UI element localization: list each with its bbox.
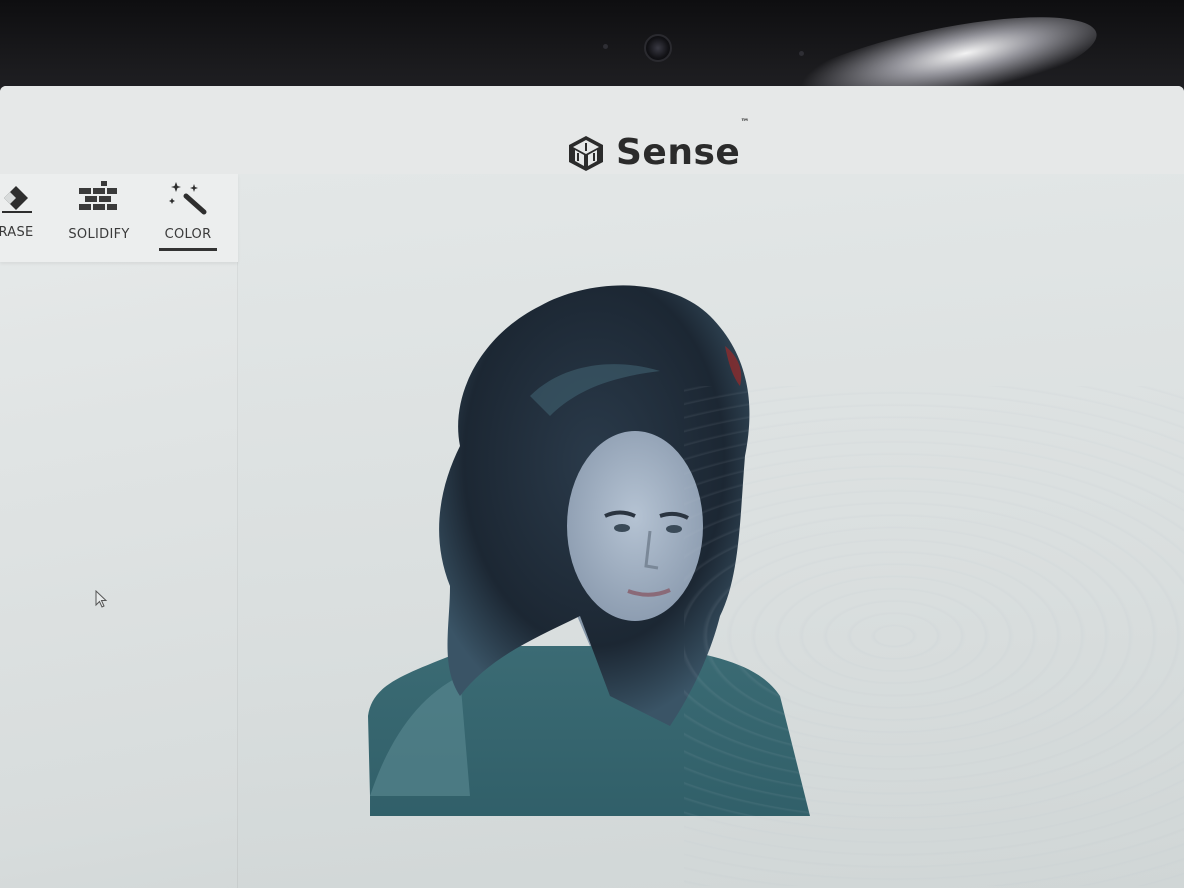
color-tool[interactable]: COLOR <box>156 174 220 262</box>
active-tool-indicator <box>159 248 217 251</box>
erase-tool-label: RASE <box>0 225 34 240</box>
edit-toolbar: RASE SOLIDIFY COLOR <box>0 174 238 262</box>
cube-logo-icon <box>569 135 603 171</box>
3d-scan-model[interactable] <box>360 276 820 816</box>
title-bar: Sense™ <box>0 86 1184 186</box>
webcam-sensor <box>799 51 804 56</box>
app-name: Sense™ <box>616 118 750 173</box>
app-window: Sense™ RASE SOLIDIFY COLOR <box>0 86 1184 888</box>
magic-wand-icon <box>166 180 210 221</box>
solidify-tool-label: SOLIDIFY <box>68 227 130 242</box>
webcam <box>644 34 672 62</box>
solidify-tool[interactable]: SOLIDIFY <box>64 174 134 262</box>
eraser-icon <box>0 180 34 219</box>
app-logo: Sense™ <box>566 118 750 173</box>
erase-tool[interactable]: RASE <box>0 174 38 262</box>
mouse-pointer-icon <box>95 590 108 608</box>
webcam-sensor <box>603 44 608 49</box>
color-tool-label: COLOR <box>164 227 212 242</box>
solidify-bricks-icon <box>77 180 121 221</box>
